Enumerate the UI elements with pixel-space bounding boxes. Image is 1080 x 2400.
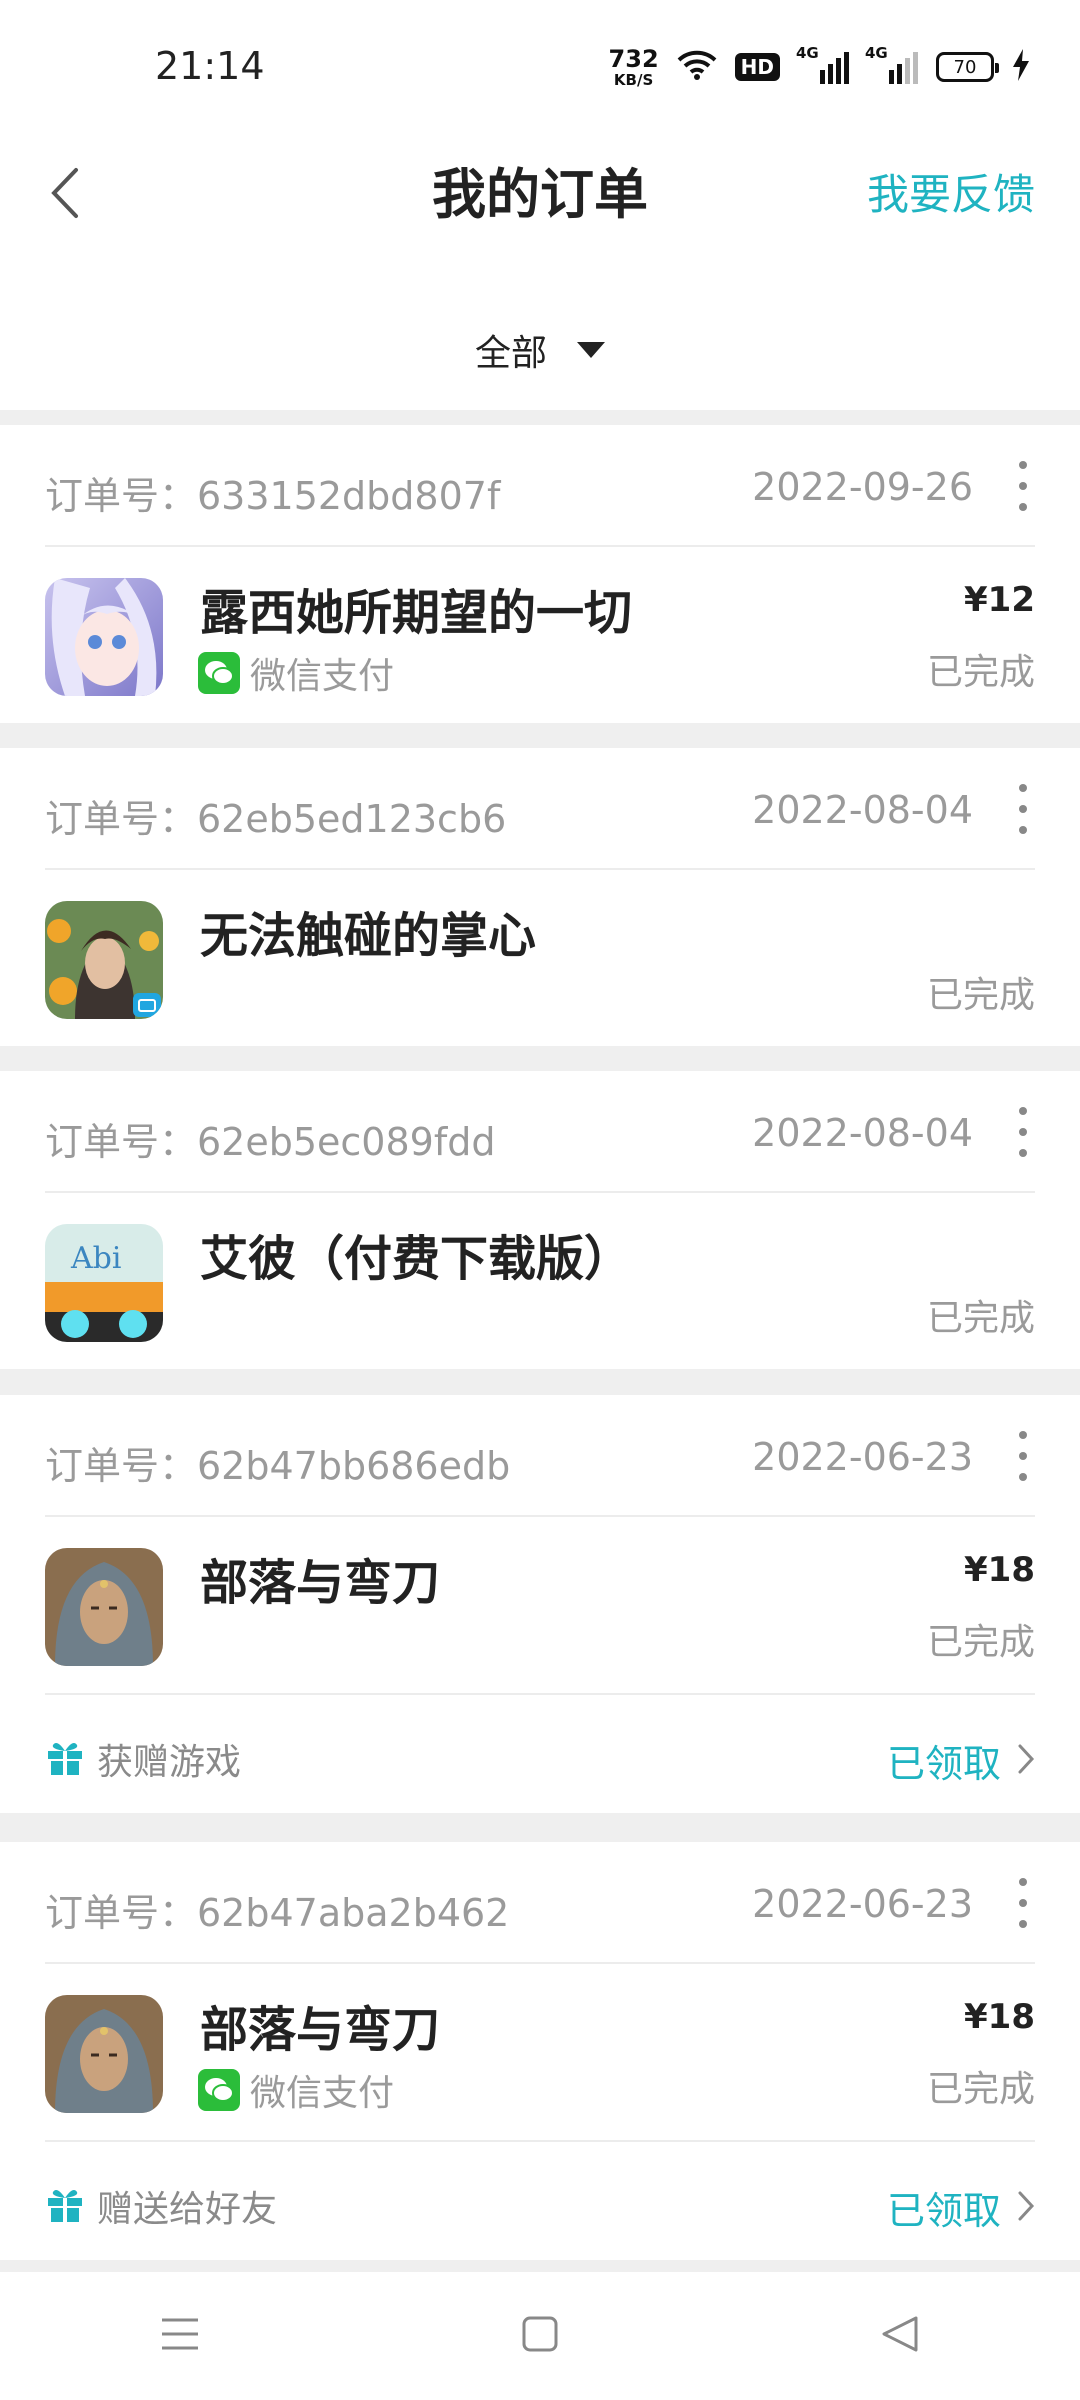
order-card[interactable]: 订单号：62eb5ed123cb6 2022-08-04 无法触碰的掌心 已完成 [0, 748, 1080, 1046]
battery-icon: 70 [936, 52, 999, 82]
game-name: 艾彼（付费下载版） [200, 1231, 633, 1287]
game-name: 部落与弯刀 [200, 1555, 441, 1611]
order-date: 2022-06-23 [752, 1882, 973, 1926]
gift-info: 赠送给好友 [45, 2180, 277, 2232]
gift-icon [45, 2184, 85, 2228]
charging-icon [1012, 49, 1030, 85]
net-speed-value: 732 [608, 44, 659, 73]
order-number: 订单号：62eb5ec089fdd [45, 1120, 496, 1164]
more-vertical-icon[interactable] [1011, 461, 1035, 511]
gift-row[interactable]: 赠送给好友 已领取 [45, 2140, 1035, 2260]
more-vertical-icon[interactable] [1011, 1431, 1035, 1481]
order-header: 订单号：62eb5ec089fdd 2022-08-04 [45, 1071, 1035, 1193]
order-status: 已完成 [926, 652, 1035, 693]
system-nav-bar [0, 2272, 1080, 2400]
gift-icon [45, 1737, 85, 1781]
feedback-button[interactable]: 我要反馈 [867, 160, 1035, 230]
gift-claimed-link[interactable]: 已领取 [887, 1733, 1035, 1788]
game-icon [45, 578, 163, 696]
filter-label: 全部 [474, 333, 547, 374]
order-header: 订单号：62b47aba2b462 2022-06-23 [45, 1842, 1035, 1964]
payment-method: 微信支付 [198, 647, 394, 699]
header: 我的订单 我要反馈 全部 [0, 130, 1080, 410]
wechat-icon [198, 652, 240, 694]
home-square-icon [521, 2315, 559, 2357]
order-number: 订单号：633152dbd807f [45, 474, 501, 518]
signal-1-label: 4G [796, 44, 819, 62]
more-vertical-icon[interactable] [1011, 784, 1035, 834]
order-header: 订单号：633152dbd807f 2022-09-26 [45, 425, 1035, 547]
signal-2-label: 4G [865, 44, 888, 62]
status-time: 21:14 [155, 44, 265, 88]
order-date: 2022-09-26 [752, 465, 973, 509]
game-name: 露西她所期望的一切 [200, 585, 633, 641]
gift-status: 已领取 [886, 1742, 1001, 1786]
order-number: 订单号：62b47aba2b462 [45, 1891, 510, 1935]
gift-label: 获赠游戏 [97, 1742, 242, 1783]
order-card[interactable]: 订单号：62eb5ec089fdd 2022-08-04 Abi 艾彼（付费下载… [0, 1071, 1080, 1369]
caret-down-icon [577, 342, 605, 358]
menu-icon [160, 2316, 200, 2356]
gift-claimed-link[interactable]: 已领取 [887, 2180, 1035, 2235]
nav-back-button[interactable] [850, 2296, 950, 2376]
order-date: 2022-06-23 [752, 1435, 973, 1479]
status-bar: 21:14 732 KB/S HD 4G 4G 70 [0, 0, 1080, 130]
game-icon: Abi [45, 1224, 163, 1342]
abi-logo-text: Abi [70, 1241, 121, 1276]
payment-method: 微信支付 [198, 2064, 394, 2116]
game-icon [45, 1548, 163, 1666]
pay-method-label: 微信支付 [250, 2073, 395, 2114]
order-status: 已完成 [926, 1298, 1035, 1339]
filter-dropdown[interactable]: 全部 [0, 310, 1080, 390]
price: ¥18 [964, 1997, 1035, 2037]
wifi-icon [677, 49, 717, 85]
order-card[interactable]: 订单号：62b47bb686edb 2022-06-23 部落与弯刀 ¥18 已… [0, 1395, 1080, 1813]
signal-icon-2: 4G [865, 44, 918, 84]
order-date: 2022-08-04 [752, 1111, 973, 1155]
order-status: 已完成 [926, 975, 1035, 1016]
order-date: 2022-08-04 [752, 788, 973, 832]
order-status: 已完成 [926, 1622, 1035, 1663]
more-vertical-icon[interactable] [1011, 1878, 1035, 1928]
price: ¥12 [964, 580, 1035, 620]
chevron-right-icon [1017, 1743, 1035, 1779]
more-vertical-icon[interactable] [1011, 1107, 1035, 1157]
order-header: 订单号：62b47bb686edb 2022-06-23 [45, 1395, 1035, 1517]
gift-row[interactable]: 获赠游戏 已领取 [45, 1693, 1035, 1813]
gift-status: 已领取 [886, 2189, 1001, 2233]
hd-badge: HD [734, 53, 780, 81]
gift-info: 获赠游戏 [45, 1733, 241, 1785]
gift-label: 赠送给好友 [97, 2189, 278, 2230]
status-icons: 732 KB/S HD 4G 4G 70 [609, 44, 1030, 90]
game-name: 部落与弯刀 [200, 2002, 441, 2058]
nav-home-button[interactable] [490, 2296, 590, 2376]
game-icon [45, 901, 163, 1019]
nav-menu-button[interactable] [130, 2296, 230, 2376]
pay-method-label: 微信支付 [250, 656, 395, 697]
order-card[interactable]: 订单号：633152dbd807f 2022-09-26 露西她所期望的一切 微… [0, 425, 1080, 723]
order-card[interactable]: 订单号：62b47aba2b462 2022-06-23 部落与弯刀 微信支付 … [0, 1842, 1080, 2260]
price: ¥18 [964, 1550, 1035, 1590]
order-status: 已完成 [926, 2069, 1035, 2110]
game-icon [45, 1995, 163, 2113]
order-number: 订单号：62eb5ed123cb6 [45, 797, 507, 841]
back-triangle-icon [880, 2314, 920, 2358]
signal-icon-1: 4G [796, 44, 849, 84]
battery-level: 70 [953, 56, 977, 78]
net-speed-unit: KB/S [613, 70, 654, 89]
net-speed: 732 KB/S [609, 47, 659, 88]
game-name: 无法触碰的掌心 [200, 908, 537, 964]
order-header: 订单号：62eb5ed123cb6 2022-08-04 [45, 748, 1035, 870]
wechat-icon [198, 2069, 240, 2111]
order-number: 订单号：62b47bb686edb [45, 1444, 511, 1488]
chevron-right-icon [1017, 2190, 1035, 2226]
